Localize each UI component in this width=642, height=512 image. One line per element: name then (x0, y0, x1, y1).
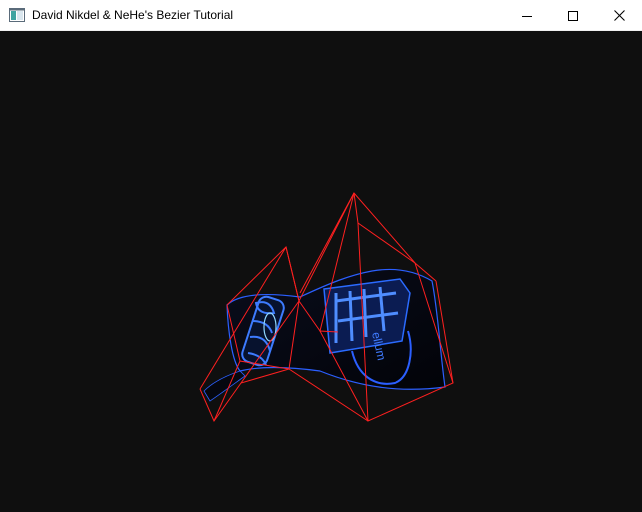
minimize-icon (522, 11, 532, 21)
window-title: David Nikdel & NeHe's Bezier Tutorial (32, 8, 234, 22)
close-button[interactable] (596, 0, 642, 31)
bezier-scene: ellum (199, 192, 454, 423)
application-window-icon (9, 8, 25, 22)
maximize-icon (568, 10, 578, 21)
opengl-viewport[interactable]: ellum (0, 31, 642, 512)
app-window: David Nikdel & NeHe's Bezier Tutorial el… (0, 0, 642, 512)
minimize-button[interactable] (504, 0, 550, 31)
bezier-surface: ellum (203, 268, 446, 402)
maximize-button[interactable] (550, 0, 596, 31)
close-icon (613, 10, 625, 21)
title-bar[interactable]: David Nikdel & NeHe's Bezier Tutorial (0, 0, 642, 31)
